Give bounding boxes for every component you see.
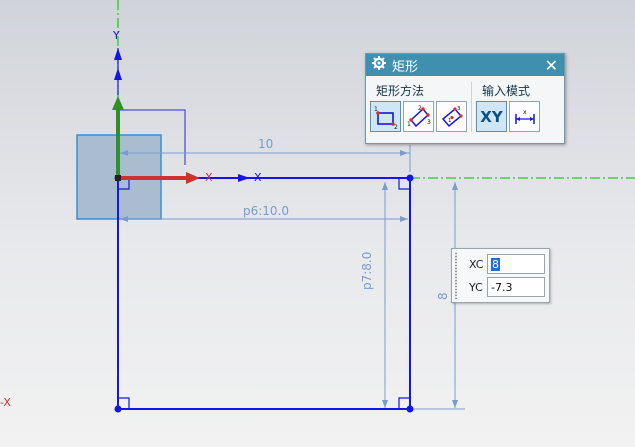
- drag-grip-handle[interactable]: [454, 252, 458, 299]
- parameter-mode-icon: x: [514, 109, 535, 124]
- coordinate-input-panel: XC 8 YC -7.3: [451, 248, 550, 303]
- dim-width-label[interactable]: p6:10.0: [243, 204, 289, 218]
- svg-text:1: 1: [374, 106, 378, 113]
- svg-text:3: 3: [457, 106, 461, 112]
- svg-text:1: 1: [407, 121, 411, 128]
- svg-text:1: 1: [448, 118, 452, 124]
- neg-x-axis-label: -X: [0, 396, 11, 409]
- gear-icon[interactable]: [372, 56, 386, 74]
- yc-input[interactable]: -7.3: [487, 277, 545, 297]
- dim-arrow: [452, 182, 458, 190]
- svg-text:2: 2: [418, 105, 422, 112]
- center-rectangle-icon: 1 3: [441, 106, 463, 127]
- xc-input[interactable]: 8: [487, 254, 545, 274]
- svg-text:2: 2: [394, 124, 398, 130]
- y-axis-label: Y: [113, 29, 120, 42]
- dialog-title: 矩形: [392, 59, 419, 75]
- wcs-y-arrow-icon: [112, 96, 124, 110]
- three-point-rectangle-icon: 1 2 3: [407, 105, 431, 128]
- dialog-title-bar[interactable]: 矩形 ✕: [366, 54, 564, 76]
- dim-right-value[interactable]: 8: [436, 292, 450, 300]
- svg-text:3: 3: [427, 119, 431, 126]
- input-mode-label: 输入模式: [482, 84, 531, 98]
- dim-arrow: [400, 216, 408, 222]
- sketch-y-arrow-icon: [114, 48, 122, 60]
- dim-arrow: [382, 182, 388, 190]
- yc-value: -7.3: [491, 280, 513, 294]
- rectangle-method-label: 矩形方法: [376, 84, 425, 98]
- coordinate-mode-button[interactable]: XY: [476, 101, 507, 132]
- by-three-points-button[interactable]: 1 2 3: [403, 101, 434, 132]
- yc-label: YC: [469, 280, 483, 294]
- sketch-x-axis-label: X: [254, 171, 262, 184]
- close-icon[interactable]: ✕: [545, 56, 558, 75]
- xc-value: 8: [491, 257, 500, 271]
- xc-row: XC 8: [469, 254, 545, 274]
- wcs-x-arrow-icon: [186, 172, 200, 184]
- vertex-point[interactable]: [114, 405, 122, 413]
- rectangle-dialog: 矩形 ✕ 矩形方法 1 2 1 2 3 1 3 输入模式 XY x: [365, 53, 565, 144]
- parameter-mode-button[interactable]: x: [509, 101, 540, 132]
- input-mode-group: 输入模式 XY x: [476, 82, 544, 132]
- dim-arrow: [452, 400, 458, 408]
- svg-text:x: x: [523, 109, 527, 116]
- by-two-points-button[interactable]: 1 2: [370, 101, 401, 132]
- sketch-x-arrow-icon: [238, 174, 250, 182]
- dim-arrow: [400, 150, 408, 156]
- xc-label: XC: [469, 257, 484, 271]
- vertex-point[interactable]: [406, 174, 414, 182]
- from-center-button[interactable]: 1 3: [436, 101, 467, 132]
- yc-row: YC -7.3: [469, 277, 545, 297]
- sketch-y-arrow-icon: [114, 68, 122, 80]
- dim-top-value[interactable]: 10: [258, 137, 273, 151]
- wcs-origin[interactable]: [115, 175, 121, 181]
- dim-arrow: [382, 400, 388, 408]
- x-axis-label: X: [205, 171, 213, 184]
- coordinate-mode-label: XY: [480, 107, 503, 126]
- vertex-point[interactable]: [406, 405, 414, 413]
- two-point-rectangle-icon: 1 2: [374, 106, 398, 130]
- dim-height-label[interactable]: p7:8.0: [360, 252, 374, 290]
- rectangle-method-group: 矩形方法 1 2 1 2 3 1 3: [370, 82, 472, 132]
